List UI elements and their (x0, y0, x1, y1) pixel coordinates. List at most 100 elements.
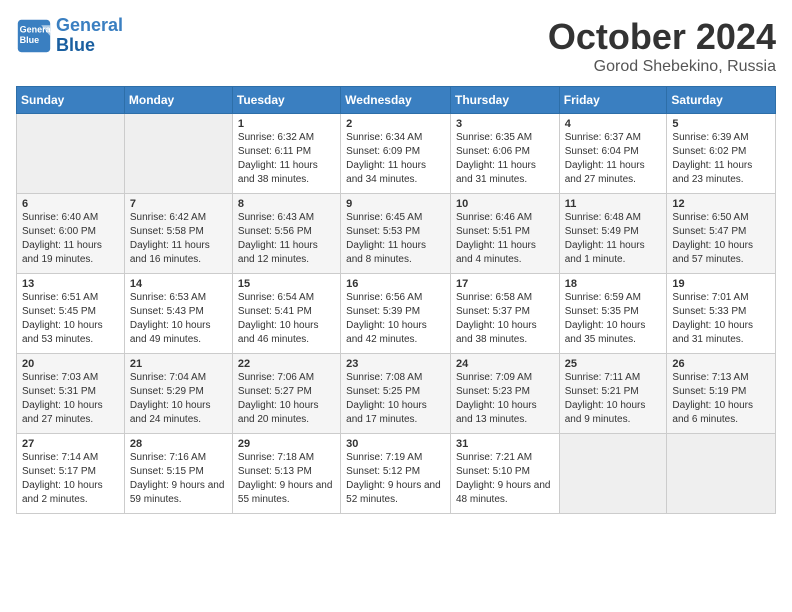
day-number: 1 (238, 118, 335, 130)
day-number: 13 (22, 278, 119, 290)
calendar-cell: 22Sunrise: 7:06 AM Sunset: 5:27 PM Dayli… (232, 354, 340, 434)
day-number: 8 (238, 198, 335, 210)
calendar-cell: 23Sunrise: 7:08 AM Sunset: 5:25 PM Dayli… (341, 354, 451, 434)
day-number: 9 (346, 198, 445, 210)
day-info: Sunrise: 6:45 AM Sunset: 5:53 PM Dayligh… (346, 211, 445, 267)
day-number: 26 (672, 358, 770, 370)
calendar-cell: 24Sunrise: 7:09 AM Sunset: 5:23 PM Dayli… (450, 354, 559, 434)
calendar-cell: 19Sunrise: 7:01 AM Sunset: 5:33 PM Dayli… (667, 274, 776, 354)
day-info: Sunrise: 7:11 AM Sunset: 5:21 PM Dayligh… (565, 371, 662, 427)
day-info: Sunrise: 6:51 AM Sunset: 5:45 PM Dayligh… (22, 291, 119, 347)
calendar-cell: 8Sunrise: 6:43 AM Sunset: 5:56 PM Daylig… (232, 194, 340, 274)
day-number: 18 (565, 278, 662, 290)
day-info: Sunrise: 6:54 AM Sunset: 5:41 PM Dayligh… (238, 291, 335, 347)
day-info: Sunrise: 7:14 AM Sunset: 5:17 PM Dayligh… (22, 451, 119, 507)
day-number: 21 (130, 358, 227, 370)
calendar-week-row: 13Sunrise: 6:51 AM Sunset: 5:45 PM Dayli… (17, 274, 776, 354)
weekday-header-cell: Friday (559, 87, 667, 114)
day-number: 22 (238, 358, 335, 370)
calendar-cell: 25Sunrise: 7:11 AM Sunset: 5:21 PM Dayli… (559, 354, 667, 434)
day-info: Sunrise: 7:08 AM Sunset: 5:25 PM Dayligh… (346, 371, 445, 427)
calendar-cell: 28Sunrise: 7:16 AM Sunset: 5:15 PM Dayli… (124, 434, 232, 514)
day-info: Sunrise: 6:32 AM Sunset: 6:11 PM Dayligh… (238, 131, 335, 187)
svg-text:Blue: Blue (20, 35, 40, 45)
day-info: Sunrise: 6:59 AM Sunset: 5:35 PM Dayligh… (565, 291, 662, 347)
day-info: Sunrise: 6:35 AM Sunset: 6:06 PM Dayligh… (456, 131, 554, 187)
day-number: 15 (238, 278, 335, 290)
logo: General Blue GeneralBlue (16, 16, 123, 56)
day-info: Sunrise: 7:06 AM Sunset: 5:27 PM Dayligh… (238, 371, 335, 427)
calendar-cell (667, 434, 776, 514)
day-info: Sunrise: 6:48 AM Sunset: 5:49 PM Dayligh… (565, 211, 662, 267)
day-info: Sunrise: 6:46 AM Sunset: 5:51 PM Dayligh… (456, 211, 554, 267)
day-info: Sunrise: 7:13 AM Sunset: 5:19 PM Dayligh… (672, 371, 770, 427)
calendar-week-row: 6Sunrise: 6:40 AM Sunset: 6:00 PM Daylig… (17, 194, 776, 274)
calendar-cell: 27Sunrise: 7:14 AM Sunset: 5:17 PM Dayli… (17, 434, 125, 514)
day-number: 5 (672, 118, 770, 130)
day-info: Sunrise: 6:56 AM Sunset: 5:39 PM Dayligh… (346, 291, 445, 347)
calendar-cell (559, 434, 667, 514)
calendar-cell: 3Sunrise: 6:35 AM Sunset: 6:06 PM Daylig… (450, 114, 559, 194)
calendar-week-row: 27Sunrise: 7:14 AM Sunset: 5:17 PM Dayli… (17, 434, 776, 514)
calendar-week-row: 20Sunrise: 7:03 AM Sunset: 5:31 PM Dayli… (17, 354, 776, 434)
calendar-week-row: 1Sunrise: 6:32 AM Sunset: 6:11 PM Daylig… (17, 114, 776, 194)
day-info: Sunrise: 6:37 AM Sunset: 6:04 PM Dayligh… (565, 131, 662, 187)
weekday-header-cell: Wednesday (341, 87, 451, 114)
calendar-cell: 9Sunrise: 6:45 AM Sunset: 5:53 PM Daylig… (341, 194, 451, 274)
calendar-cell: 17Sunrise: 6:58 AM Sunset: 5:37 PM Dayli… (450, 274, 559, 354)
day-number: 3 (456, 118, 554, 130)
logo-icon: General Blue (16, 18, 52, 54)
calendar-cell: 13Sunrise: 6:51 AM Sunset: 5:45 PM Dayli… (17, 274, 125, 354)
day-info: Sunrise: 6:39 AM Sunset: 6:02 PM Dayligh… (672, 131, 770, 187)
calendar-cell: 4Sunrise: 6:37 AM Sunset: 6:04 PM Daylig… (559, 114, 667, 194)
calendar-cell: 12Sunrise: 6:50 AM Sunset: 5:47 PM Dayli… (667, 194, 776, 274)
weekday-header-cell: Monday (124, 87, 232, 114)
day-number: 2 (346, 118, 445, 130)
day-info: Sunrise: 7:16 AM Sunset: 5:15 PM Dayligh… (130, 451, 227, 507)
month-title: October 2024 (548, 16, 776, 58)
day-number: 17 (456, 278, 554, 290)
calendar-cell: 21Sunrise: 7:04 AM Sunset: 5:29 PM Dayli… (124, 354, 232, 434)
weekday-header-cell: Tuesday (232, 87, 340, 114)
weekday-header-cell: Thursday (450, 87, 559, 114)
day-info: Sunrise: 6:42 AM Sunset: 5:58 PM Dayligh… (130, 211, 227, 267)
day-info: Sunrise: 6:40 AM Sunset: 6:00 PM Dayligh… (22, 211, 119, 267)
calendar-cell: 20Sunrise: 7:03 AM Sunset: 5:31 PM Dayli… (17, 354, 125, 434)
calendar-cell: 1Sunrise: 6:32 AM Sunset: 6:11 PM Daylig… (232, 114, 340, 194)
day-number: 19 (672, 278, 770, 290)
calendar-cell: 18Sunrise: 6:59 AM Sunset: 5:35 PM Dayli… (559, 274, 667, 354)
day-number: 25 (565, 358, 662, 370)
calendar-table: SundayMondayTuesdayWednesdayThursdayFrid… (16, 86, 776, 514)
calendar-cell: 11Sunrise: 6:48 AM Sunset: 5:49 PM Dayli… (559, 194, 667, 274)
day-number: 6 (22, 198, 119, 210)
calendar-cell: 6Sunrise: 6:40 AM Sunset: 6:00 PM Daylig… (17, 194, 125, 274)
calendar-cell: 10Sunrise: 6:46 AM Sunset: 5:51 PM Dayli… (450, 194, 559, 274)
day-number: 29 (238, 438, 335, 450)
weekday-header-cell: Sunday (17, 87, 125, 114)
day-info: Sunrise: 7:09 AM Sunset: 5:23 PM Dayligh… (456, 371, 554, 427)
calendar-cell: 26Sunrise: 7:13 AM Sunset: 5:19 PM Dayli… (667, 354, 776, 434)
logo-text: GeneralBlue (56, 16, 123, 56)
calendar-cell: 30Sunrise: 7:19 AM Sunset: 5:12 PM Dayli… (341, 434, 451, 514)
calendar-body: 1Sunrise: 6:32 AM Sunset: 6:11 PM Daylig… (17, 114, 776, 514)
location-title: Gorod Shebekino, Russia (548, 58, 776, 76)
day-number: 12 (672, 198, 770, 210)
weekday-header-cell: Saturday (667, 87, 776, 114)
day-number: 23 (346, 358, 445, 370)
day-number: 20 (22, 358, 119, 370)
day-number: 30 (346, 438, 445, 450)
day-info: Sunrise: 6:53 AM Sunset: 5:43 PM Dayligh… (130, 291, 227, 347)
day-info: Sunrise: 6:58 AM Sunset: 5:37 PM Dayligh… (456, 291, 554, 347)
calendar-cell: 14Sunrise: 6:53 AM Sunset: 5:43 PM Dayli… (124, 274, 232, 354)
calendar-cell: 7Sunrise: 6:42 AM Sunset: 5:58 PM Daylig… (124, 194, 232, 274)
calendar-cell: 2Sunrise: 6:34 AM Sunset: 6:09 PM Daylig… (341, 114, 451, 194)
calendar-cell: 31Sunrise: 7:21 AM Sunset: 5:10 PM Dayli… (450, 434, 559, 514)
calendar-cell (124, 114, 232, 194)
calendar-cell (17, 114, 125, 194)
calendar-cell: 15Sunrise: 6:54 AM Sunset: 5:41 PM Dayli… (232, 274, 340, 354)
day-number: 31 (456, 438, 554, 450)
day-number: 28 (130, 438, 227, 450)
day-number: 11 (565, 198, 662, 210)
day-info: Sunrise: 7:01 AM Sunset: 5:33 PM Dayligh… (672, 291, 770, 347)
page-header: General Blue GeneralBlue October 2024 Go… (16, 16, 776, 76)
